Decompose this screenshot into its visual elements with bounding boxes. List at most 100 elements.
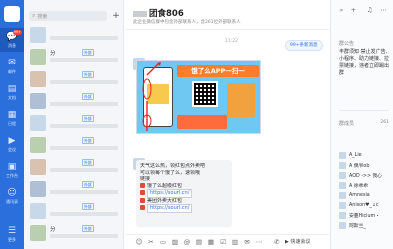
link[interactable]: https://sourl.cn/: [147, 204, 193, 213]
emoji-icon[interactable]: ☺: [135, 238, 143, 246]
avatar: [30, 27, 46, 43]
member-item[interactable]: A 徐乖乖: [339, 180, 392, 190]
chat-subtitle: 此企业微信群中包含外部联系人，含261位外部联系人: [133, 20, 241, 25]
member-count: 261: [380, 120, 389, 125]
search-placeholder: 搜索: [37, 13, 48, 20]
external-tag: 外部: [82, 159, 94, 166]
message-preview: [50, 212, 118, 216]
chat-title[interactable]: 团食806: [133, 7, 184, 19]
quick-meeting-label: 快速会议: [290, 239, 311, 245]
member-item[interactable]: A 偶爷ob: [339, 160, 392, 170]
conversation-name: 分: [50, 51, 56, 57]
member-item[interactable]: 安蔓Hicium・: [339, 210, 392, 220]
add-member-icon[interactable]: +: [349, 6, 358, 15]
member-name: AOD ->> 我心: [349, 173, 383, 179]
more-icon[interactable]: ⋯: [379, 6, 388, 15]
member-item[interactable]: Anison♥_↓c: [339, 200, 392, 210]
avatar: [339, 191, 346, 199]
red-packet-icon[interactable]: ✉: [243, 238, 251, 246]
input-toolbar: ☺ ✂ ▭ ▨ @ ▤ ▦ ☑ ▥ ✉ ⋯ ✆ ▶ 快速会议: [125, 234, 329, 249]
user-avatar[interactable]: [4, 6, 20, 22]
avatar: [30, 93, 46, 109]
avatar: [339, 151, 346, 159]
rail-item-contacts[interactable]: ☺ 通讯录: [0, 184, 24, 208]
calendar-icon: ▦: [7, 110, 17, 120]
document-icon[interactable]: ▤: [195, 238, 203, 246]
doc-icon: ▤: [7, 84, 17, 94]
rail-label: 日程: [8, 121, 16, 126]
avatar: [339, 201, 346, 209]
rail-label: 更多: [8, 237, 16, 242]
folder-icon[interactable]: ▭: [159, 238, 167, 246]
rail-item-meeting[interactable]: ▶ 会议: [0, 132, 24, 156]
external-tag: 外部: [82, 137, 94, 144]
avatar: [339, 211, 346, 219]
calendar-icon[interactable]: ▦: [207, 238, 215, 246]
rail-item-calendar[interactable]: ▦ 日程: [0, 106, 24, 130]
text-message-bubble[interactable]: 天气这么热，领红包点外卖吧 可以领每个饿了么，速领哦 链接 饿了么超级红包 ht…: [136, 160, 232, 227]
mention-icon[interactable]: @: [183, 238, 191, 246]
member-item[interactable]: 阿斯兰_: [339, 220, 392, 230]
add-button[interactable]: +: [111, 11, 121, 21]
new-messages-button[interactable]: 99+条新消息: [285, 40, 323, 51]
conversation-item[interactable]: 外部: [24, 200, 124, 222]
member-item[interactable]: AOD ->> 我心: [339, 170, 392, 180]
notice-label: 群公告: [339, 41, 355, 47]
phone-icon[interactable]: ✆: [273, 238, 281, 246]
member-name: Anison♥_↓c: [349, 202, 379, 208]
redacted-text: [133, 10, 147, 17]
mail-icon: ✉: [8, 58, 16, 68]
link[interactable]: https://sourl.cn/: [147, 189, 193, 198]
member-name: A 徐乖乖: [349, 183, 369, 189]
avatar: [339, 161, 346, 169]
external-tag: 外部: [82, 71, 94, 78]
conversation-item[interactable]: 分 外部: [24, 46, 124, 68]
chat-title-text: 团食806: [149, 9, 184, 19]
conversation-item[interactable]: 外部: [24, 112, 124, 134]
rail-item-mail[interactable]: ✉ 邮件: [0, 54, 24, 78]
more-icon[interactable]: ⋯: [255, 238, 263, 246]
rail-label: 通讯录: [6, 199, 18, 204]
chat-header: 团食806 此企业微信群中包含外部联系人，含261位外部联系人: [125, 0, 329, 30]
bell-icon[interactable]: ♫: [365, 6, 374, 15]
message-line: https://sourl.cn/: [140, 189, 228, 198]
avatar: [339, 221, 346, 229]
conversation-item[interactable]: 分 外部: [24, 222, 124, 244]
app-window: 💬 消息 99+ ✉ 邮件 ▤ 文档 ▦ 日程 ▶ 会议 ▣ 工作台 ☺ 通讯录: [0, 0, 393, 249]
quick-meeting-button[interactable]: ▶ 快速会议: [285, 238, 310, 245]
rail-label: 会议: [8, 147, 16, 152]
rail-item-workbench[interactable]: ▣ 工作台: [0, 158, 24, 182]
avatar: [30, 181, 46, 197]
search-input[interactable]: ⌕ 搜索: [29, 11, 107, 21]
conversation-item[interactable]: 外部: [24, 90, 124, 112]
member-list: A_Lie A 偶爷ob AOD ->> 我心 A 徐乖乖 Amnesia An…: [339, 150, 392, 230]
conversation-item[interactable]: 外部: [24, 178, 124, 200]
divider: [339, 110, 389, 111]
chart-icon[interactable]: ▥: [231, 238, 239, 246]
message-preview: [50, 124, 118, 128]
vote-icon[interactable]: ☑: [219, 238, 227, 246]
rail-item-docs[interactable]: ▤ 文档: [0, 80, 24, 104]
conversation-item[interactable]: 外部: [24, 134, 124, 156]
message-line: https://sourl.cn/: [140, 204, 228, 213]
message-preview: [50, 80, 118, 84]
members-label: 群成员: [339, 121, 355, 127]
avatar: [30, 159, 46, 175]
rail-item-more[interactable]: ☰ 更多: [0, 222, 24, 246]
conversation-item[interactable]: 外部: [24, 156, 124, 178]
search-icon: ⌕: [32, 12, 36, 19]
conversation-item[interactable]: [24, 24, 124, 46]
avatar: [30, 137, 46, 153]
gift-icon: [140, 197, 145, 203]
poster-image[interactable]: 饿了么APP一扫一: [136, 60, 261, 134]
member-item[interactable]: A_Lie: [339, 150, 392, 160]
member-item[interactable]: Amnesia: [339, 190, 392, 200]
gift-icon: [140, 190, 145, 195]
search-icon[interactable]: ⌕: [337, 6, 346, 15]
scissors-icon[interactable]: ✂: [147, 238, 155, 246]
image-icon[interactable]: ▨: [171, 238, 179, 246]
external-tag: 外部: [82, 49, 94, 56]
group-notice[interactable]: 丰群须知 禁止发广告、小程序、助力链接、拉票链接，违者立即踢出群: [339, 49, 392, 77]
conversation-item[interactable]: 外部: [24, 68, 124, 90]
rail-item-messages[interactable]: 💬 消息 99+: [0, 28, 24, 52]
